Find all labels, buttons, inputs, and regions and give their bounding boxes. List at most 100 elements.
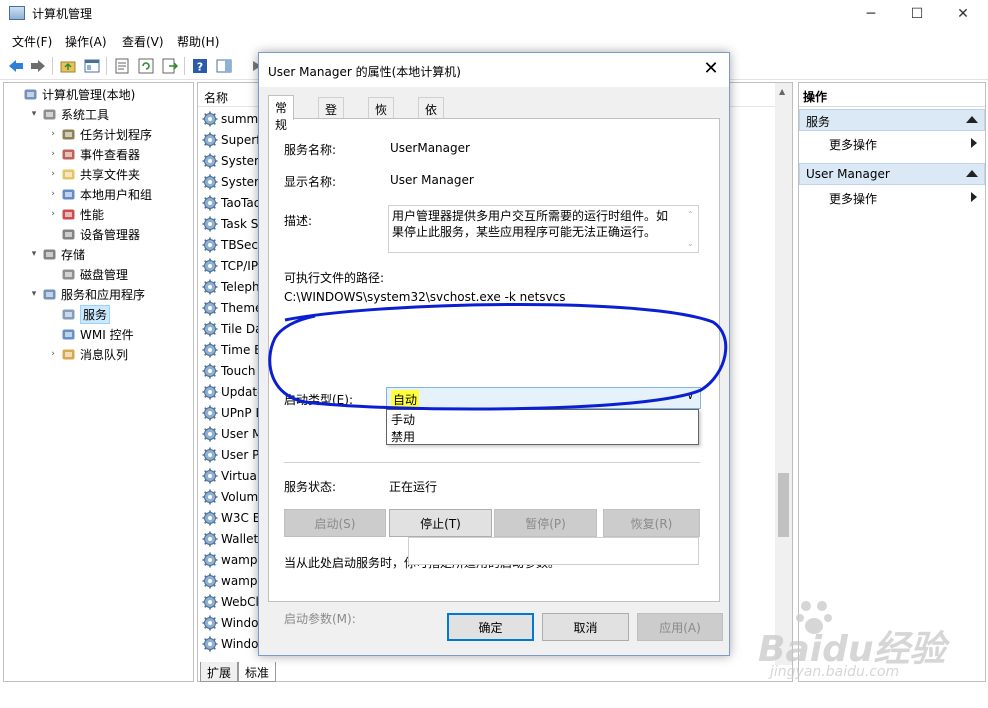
tree-item[interactable]: ▾ 存储	[27, 244, 85, 264]
service-row[interactable]: Volum	[202, 486, 258, 507]
export-list-button[interactable]	[160, 56, 180, 76]
maximize-button[interactable]: ☐	[894, 0, 940, 28]
action-group-services[interactable]: 服务	[799, 109, 985, 131]
tree-item[interactable]: 磁盘管理	[46, 264, 128, 284]
service-row[interactable]: System	[202, 171, 266, 192]
tab-standard[interactable]: 标准	[238, 662, 277, 682]
service-row[interactable]: Time B	[202, 339, 262, 360]
menu-action[interactable]: 操作(A)	[65, 33, 107, 50]
start-params-input[interactable]	[408, 537, 699, 565]
service-row[interactable]: TBSecS	[202, 234, 266, 255]
menu-help[interactable]: 帮助(H)	[177, 33, 219, 50]
expand-right-icon[interactable]: ›	[46, 169, 60, 179]
service-row[interactable]: User M	[202, 423, 263, 444]
more-actions-user-manager[interactable]: 更多操作	[829, 187, 979, 207]
tree-item[interactable]: › 性能	[46, 204, 104, 224]
service-row[interactable]: Superf	[202, 129, 260, 150]
service-gear-icon	[202, 405, 218, 420]
close-button[interactable]: ✕	[940, 0, 986, 28]
tree-item[interactable]: › 共享文件夹	[46, 164, 140, 184]
service-row[interactable]: Virtual	[202, 465, 260, 486]
tree-item[interactable]: 设备管理器	[46, 224, 140, 244]
dialog-close-icon[interactable]: ✕	[701, 59, 721, 79]
tab-extended[interactable]: 扩展	[200, 662, 239, 682]
service-row[interactable]: Update	[202, 381, 264, 402]
start-button[interactable]: 启动(S)	[284, 509, 386, 537]
service-row[interactable]: WebCl	[202, 591, 259, 612]
tree-item[interactable]: 计算机管理(本地)	[8, 84, 135, 104]
service-row[interactable]: TaoTao	[202, 192, 261, 213]
chevron-down-icon[interactable]: ∨	[687, 391, 694, 402]
service-row[interactable]: Windo	[202, 633, 259, 654]
description-textbox[interactable]: 用户管理器提供多用户交互所需要的运行时组件。如果停止此服务，某些应用程序可能无法…	[388, 205, 699, 253]
service-row[interactable]: WalletS	[202, 528, 266, 549]
service-row[interactable]: TCP/IP	[202, 255, 258, 276]
help-button[interactable]: ?	[190, 56, 210, 76]
tree-item[interactable]: › 消息队列	[46, 344, 128, 364]
menu-file[interactable]: 文件(F)	[12, 33, 52, 50]
minimize-button[interactable]: ─	[848, 0, 894, 28]
stop-button[interactable]: 停止(T)	[389, 509, 492, 537]
tree-item[interactable]: WMI 控件	[46, 324, 134, 344]
tab-dependencies[interactable]: 依存关系	[418, 97, 445, 168]
service-row[interactable]: Theme	[202, 297, 262, 318]
refresh-button[interactable]	[136, 56, 156, 76]
resume-button[interactable]: 恢复(R)	[603, 509, 700, 537]
description-scrollbar[interactable]: ⌃ ⌄	[684, 206, 698, 252]
name-column-header[interactable]: 名称	[204, 89, 228, 106]
service-row[interactable]: UPnP D	[202, 402, 265, 423]
forward-button[interactable]	[28, 56, 48, 76]
scroll-up-icon[interactable]: ▲	[779, 87, 785, 96]
expand-right-icon[interactable]: ›	[46, 349, 60, 359]
tab-logon[interactable]: 登录	[318, 97, 345, 134]
apply-button[interactable]: 应用(A)	[637, 613, 723, 641]
startup-type-select[interactable]: 自动 ∨	[386, 387, 701, 409]
service-row[interactable]: Touch	[202, 360, 255, 381]
expand-right-icon[interactable]: ›	[46, 209, 60, 219]
service-row[interactable]: Task S	[202, 213, 258, 234]
action-pane-button[interactable]	[214, 56, 234, 76]
scroll-down-icon[interactable]: ⌄	[687, 236, 694, 252]
option-disabled[interactable]: 禁用	[387, 427, 698, 444]
menu-view[interactable]: 查看(V)	[122, 33, 164, 50]
more-actions-services[interactable]: 更多操作	[829, 133, 979, 153]
expand-right-icon[interactable]: ›	[46, 189, 60, 199]
show-hide-tree-button[interactable]	[82, 56, 102, 76]
service-row[interactable]: W3C E	[202, 507, 260, 528]
expand-right-icon[interactable]: ›	[46, 149, 60, 159]
tree-item[interactable]: 服务	[46, 304, 111, 324]
service-row[interactable]: Tile Da	[202, 318, 262, 339]
action-group-user-manager[interactable]: User Manager	[799, 163, 985, 185]
collapse-up-icon[interactable]	[966, 116, 978, 123]
option-manual[interactable]: 手动	[387, 410, 698, 427]
service-row[interactable]: System	[202, 150, 266, 171]
ok-button[interactable]: 确定	[447, 613, 534, 641]
tab-recovery[interactable]: 恢复	[368, 97, 395, 134]
expand-down-icon[interactable]: ▾	[27, 249, 41, 259]
service-row[interactable]: summe	[202, 108, 266, 129]
properties-button[interactable]	[112, 56, 132, 76]
tree-item-label: 计算机管理(本地)	[42, 87, 136, 102]
expand-down-icon[interactable]: ▾	[27, 109, 41, 119]
service-row[interactable]: wampa	[202, 549, 265, 570]
tree-item[interactable]: › 事件查看器	[46, 144, 140, 164]
up-folder-button[interactable]	[58, 56, 78, 76]
tree-item[interactable]: ▾ 系统工具	[27, 104, 109, 124]
cancel-button[interactable]: 取消	[542, 613, 629, 641]
expand-right-icon[interactable]: ›	[46, 129, 60, 139]
back-button[interactable]	[6, 56, 26, 76]
service-row[interactable]: Teleph	[202, 276, 260, 297]
scroll-up-icon[interactable]: ⌃	[687, 207, 694, 223]
service-row[interactable]: wampn	[202, 570, 265, 591]
tree-item[interactable]: › 本地用户和组	[46, 184, 152, 204]
service-row[interactable]: Windo	[202, 612, 259, 633]
tree-item[interactable]: › 任务计划程序	[46, 124, 152, 144]
scrollbar-thumb[interactable]	[778, 473, 789, 537]
list-scrollbar[interactable]: ▲	[775, 83, 792, 665]
collapse-up-icon[interactable]	[966, 170, 978, 177]
tab-general[interactable]: 常规	[268, 95, 295, 132]
service-row[interactable]: User P	[202, 444, 259, 465]
pause-button[interactable]: 暂停(P)	[494, 509, 597, 537]
expand-down-icon[interactable]: ▾	[27, 289, 41, 299]
tree-item[interactable]: ▾ 服务和应用程序	[27, 284, 145, 304]
